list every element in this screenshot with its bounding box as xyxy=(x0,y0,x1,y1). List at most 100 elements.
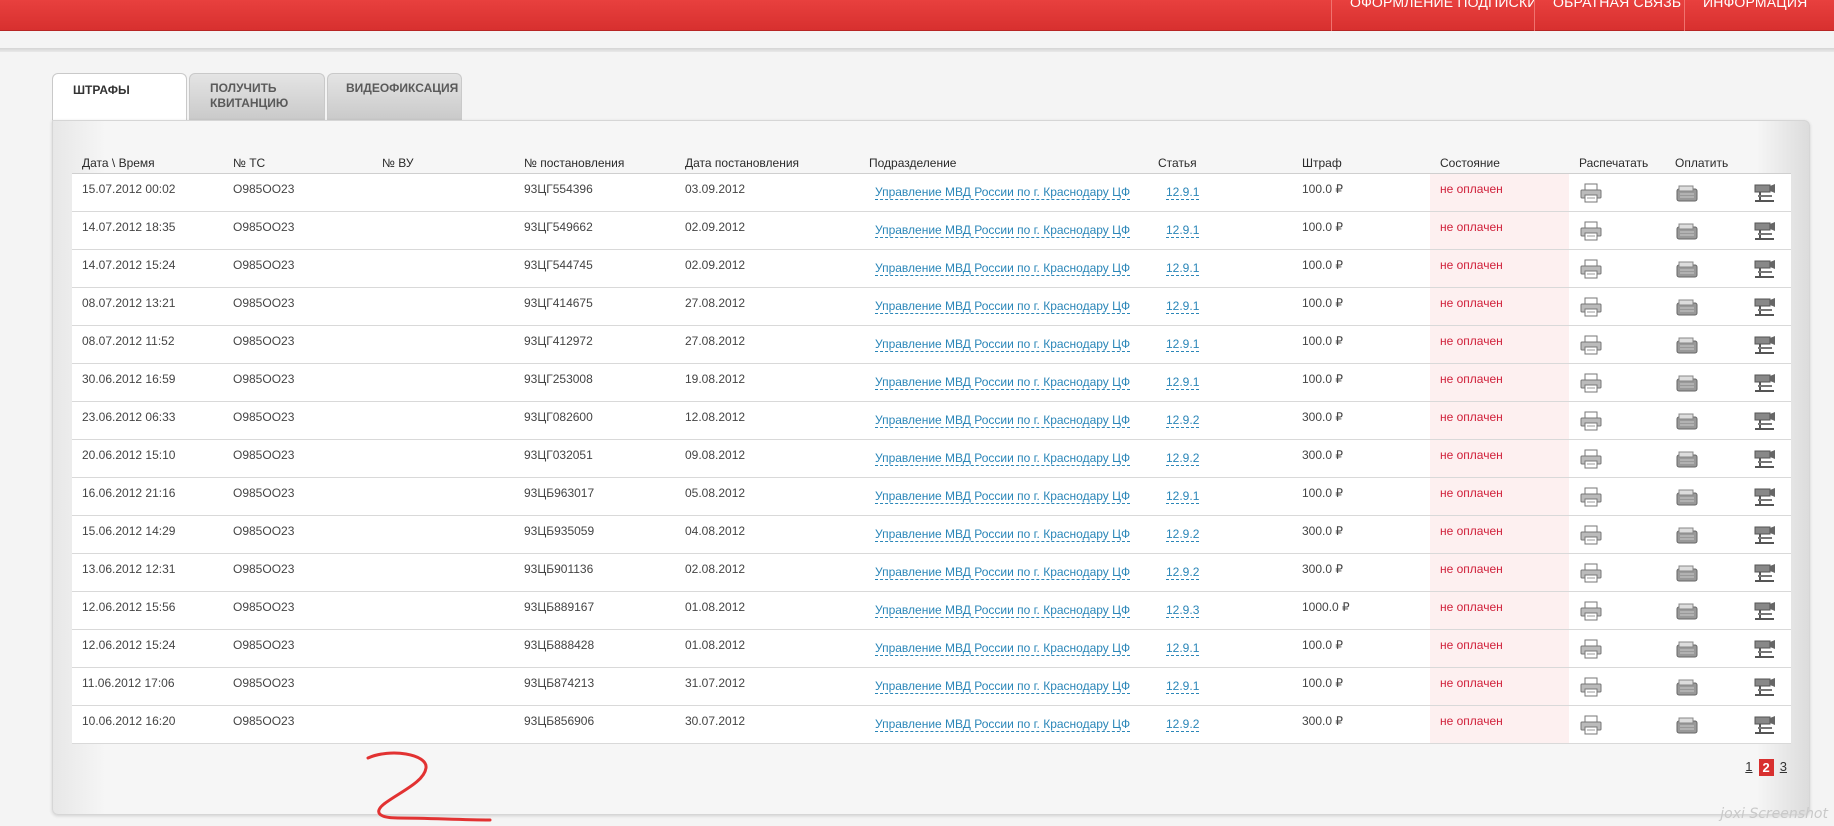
cell-decree: 93ЦГ082600 xyxy=(514,401,675,440)
division-link[interactable]: Управление МВД России по г. Краснодару Ц… xyxy=(875,375,1131,390)
wallet-icon[interactable] xyxy=(1675,489,1699,511)
division-link[interactable]: Управление МВД России по г. Краснодару Ц… xyxy=(875,337,1131,352)
camera-icon[interactable] xyxy=(1752,487,1776,511)
camera-icon[interactable] xyxy=(1752,335,1776,359)
printer-icon[interactable] xyxy=(1579,297,1603,321)
division-link[interactable]: Управление МВД России по г. Краснодару Ц… xyxy=(875,261,1131,276)
camera-icon[interactable] xyxy=(1752,297,1776,321)
printer-icon[interactable] xyxy=(1579,487,1603,511)
camera-icon[interactable] xyxy=(1752,639,1776,663)
camera-icon[interactable] xyxy=(1752,259,1776,283)
page-3[interactable]: 3 xyxy=(1778,759,1789,776)
wallet-icon[interactable] xyxy=(1675,337,1699,359)
tab-get-receipt[interactable]: ПОЛУЧИТЬ КВИТАНЦИЮ xyxy=(189,73,325,121)
wallet-icon[interactable] xyxy=(1675,527,1699,549)
cell-ts: О985ОО23 xyxy=(223,667,372,706)
article-link[interactable]: 12.9.1 xyxy=(1166,261,1200,276)
printer-icon[interactable] xyxy=(1579,563,1603,587)
wallet-icon[interactable] xyxy=(1675,717,1699,739)
printer-icon[interactable] xyxy=(1579,411,1603,435)
cell-status: не оплачен xyxy=(1430,439,1569,478)
printer-icon[interactable] xyxy=(1579,449,1603,473)
article-link[interactable]: 12.9.1 xyxy=(1166,223,1200,238)
division-link[interactable]: Управление МВД России по г. Краснодару Ц… xyxy=(875,185,1131,200)
division-link[interactable]: Управление МВД России по г. Краснодару Ц… xyxy=(875,223,1131,238)
nav-subscription[interactable]: ОФОРМЛЕНИЕ ПОДПИСКИ xyxy=(1331,0,1534,31)
camera-icon[interactable] xyxy=(1752,715,1776,739)
article-link[interactable]: 12.9.1 xyxy=(1166,375,1200,390)
wallet-icon[interactable] xyxy=(1675,603,1699,625)
article-link[interactable]: 12.9.2 xyxy=(1166,565,1200,580)
article-link[interactable]: 12.9.3 xyxy=(1166,603,1200,618)
division-link[interactable]: Управление МВД России по г. Краснодару Ц… xyxy=(875,565,1131,580)
article-link[interactable]: 12.9.2 xyxy=(1166,527,1200,542)
printer-icon[interactable] xyxy=(1579,259,1603,283)
cell-decree-date: 02.08.2012 xyxy=(675,553,859,592)
article-link[interactable]: 12.9.1 xyxy=(1166,641,1200,656)
camera-icon[interactable] xyxy=(1752,221,1776,245)
fines-table: Дата \ Время № ТС № ВУ № постановления Д… xyxy=(72,151,1791,744)
camera-icon[interactable] xyxy=(1752,563,1776,587)
wallet-icon[interactable] xyxy=(1675,413,1699,435)
wallet-icon[interactable] xyxy=(1675,641,1699,663)
article-link[interactable]: 12.9.2 xyxy=(1166,451,1200,466)
division-link[interactable]: Управление МВД России по г. Краснодару Ц… xyxy=(875,527,1131,542)
printer-icon[interactable] xyxy=(1579,601,1603,625)
camera-icon[interactable] xyxy=(1752,525,1776,549)
wallet-icon[interactable] xyxy=(1675,223,1699,245)
camera-icon[interactable] xyxy=(1752,183,1776,207)
cell-fine: 100.0 ₽ xyxy=(1292,325,1430,364)
wallet-icon[interactable] xyxy=(1675,185,1699,207)
division-link[interactable]: Управление МВД России по г. Краснодару Ц… xyxy=(875,413,1131,428)
wallet-icon[interactable] xyxy=(1675,679,1699,701)
article-link[interactable]: 12.9.1 xyxy=(1166,299,1200,314)
wallet-icon[interactable] xyxy=(1675,565,1699,587)
division-link[interactable]: Управление МВД России по г. Краснодару Ц… xyxy=(875,641,1131,656)
article-link[interactable]: 12.9.1 xyxy=(1166,337,1200,352)
division-link[interactable]: Управление МВД России по г. Краснодару Ц… xyxy=(875,603,1131,618)
division-link[interactable]: Управление МВД России по г. Краснодару Ц… xyxy=(875,489,1131,504)
division-link[interactable]: Управление МВД России по г. Краснодару Ц… xyxy=(875,717,1131,732)
col-decree-date: Дата постановления xyxy=(675,151,859,174)
article-link[interactable]: 12.9.2 xyxy=(1166,717,1200,732)
article-link[interactable]: 12.9.1 xyxy=(1166,489,1200,504)
printer-icon[interactable] xyxy=(1579,639,1603,663)
printer-icon[interactable] xyxy=(1579,221,1603,245)
col-division: Подразделение xyxy=(859,151,1148,174)
camera-icon[interactable] xyxy=(1752,677,1776,701)
cell-ts: О985ОО23 xyxy=(223,211,372,250)
article-link[interactable]: 12.9.2 xyxy=(1166,413,1200,428)
wallet-icon[interactable] xyxy=(1675,261,1699,283)
printer-icon[interactable] xyxy=(1579,677,1603,701)
cell-fine: 100.0 ₽ xyxy=(1292,173,1430,212)
division-link[interactable]: Управление МВД России по г. Краснодару Ц… xyxy=(875,679,1131,694)
page-1[interactable]: 1 xyxy=(1743,759,1754,776)
cell-pay xyxy=(1665,705,1742,744)
tab-video[interactable]: ВИДЕОФИКСАЦИЯ xyxy=(327,73,462,121)
tab-fines[interactable]: ШТРАФЫ xyxy=(52,73,187,123)
division-link[interactable]: Управление МВД России по г. Краснодару Ц… xyxy=(875,299,1131,314)
nav-info[interactable]: ИНФОРМАЦИЯ xyxy=(1684,0,1834,31)
nav-feedback[interactable]: ОБРАТНАЯ СВЯЗЬ xyxy=(1534,0,1684,31)
printer-icon[interactable] xyxy=(1579,715,1603,739)
printer-icon[interactable] xyxy=(1579,373,1603,397)
wallet-icon[interactable] xyxy=(1675,451,1699,473)
wallet-icon[interactable] xyxy=(1675,299,1699,321)
article-link[interactable]: 12.9.1 xyxy=(1166,185,1200,200)
camera-icon[interactable] xyxy=(1752,373,1776,397)
printer-icon[interactable] xyxy=(1579,183,1603,207)
printer-icon[interactable] xyxy=(1579,335,1603,359)
article-link[interactable]: 12.9.1 xyxy=(1166,679,1200,694)
camera-icon[interactable] xyxy=(1752,449,1776,473)
cell-vu xyxy=(372,477,514,516)
wallet-icon[interactable] xyxy=(1675,375,1699,397)
table-row: 14.07.2012 18:35 О985ОО23 93ЦГ549662 02.09.… xyxy=(72,211,1791,250)
cell-decree: 93ЦБ888428 xyxy=(514,629,675,668)
page-2-current[interactable]: 2 xyxy=(1758,759,1774,776)
cell-video xyxy=(1742,325,1791,364)
camera-icon[interactable] xyxy=(1752,411,1776,435)
division-link[interactable]: Управление МВД России по г. Краснодару Ц… xyxy=(875,451,1131,466)
printer-icon[interactable] xyxy=(1579,525,1603,549)
camera-icon[interactable] xyxy=(1752,601,1776,625)
cell-vu xyxy=(372,211,514,250)
